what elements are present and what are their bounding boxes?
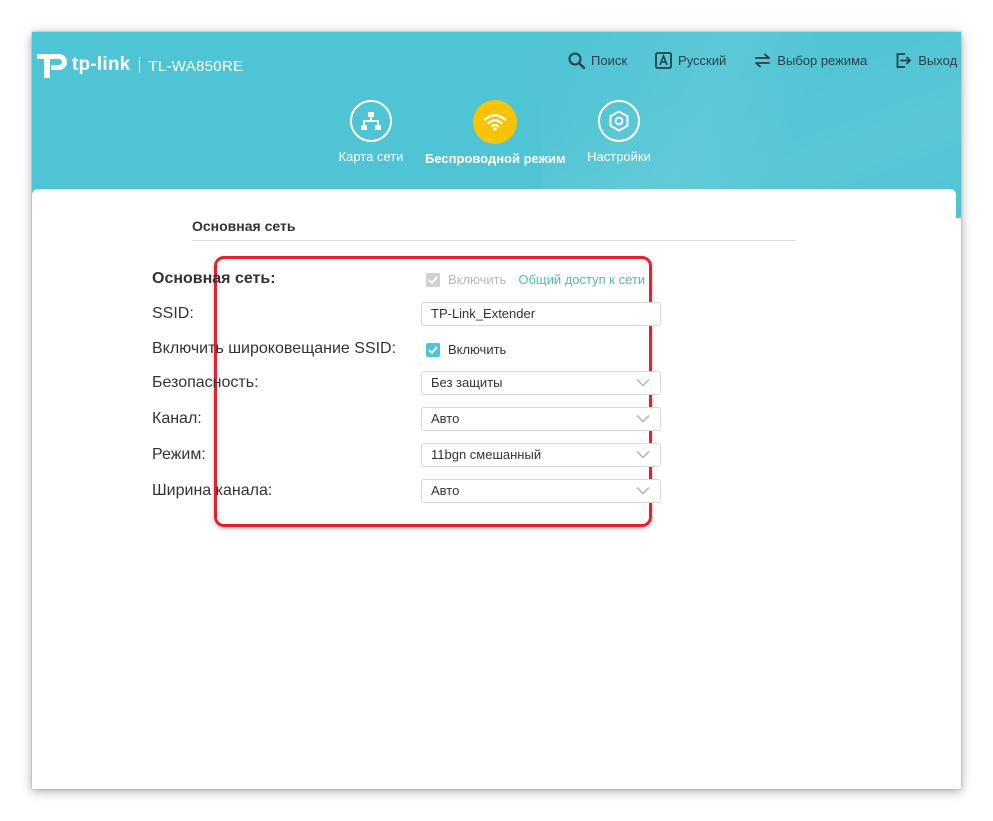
language-button[interactable]: Русский: [655, 52, 726, 69]
router-admin-window: tp-link TL-WA850RE Поиск Русский Выбор р…: [32, 32, 961, 789]
tab-settings[interactable]: Настройки: [586, 100, 652, 164]
mode-row: Режим:: [152, 443, 412, 467]
logout-icon: [896, 53, 912, 68]
broadcast-checkbox-label: Включить: [448, 342, 507, 357]
security-control: Без защиты: [421, 371, 661, 395]
active-tab-pointer: [486, 207, 508, 219]
logout-label: Выход: [918, 53, 958, 68]
top-nav: Поиск Русский Выбор режима Выход: [568, 52, 957, 69]
ssid-row: SSID:: [152, 302, 412, 326]
mode-label: Режим:: [152, 446, 206, 463]
channel-row: Канал:: [152, 407, 412, 431]
mode-select-button[interactable]: Выбор режима: [754, 53, 867, 68]
channel-width-label: Ширина канала:: [152, 482, 273, 499]
brand: tp-link TL-WA850RE: [34, 50, 243, 80]
main-network-checkbox[interactable]: Включить Общий доступ к сети: [426, 272, 645, 287]
channel-width-value: Авто: [431, 483, 460, 498]
channel-width-select[interactable]: Авто: [421, 479, 661, 503]
chevron-down-icon: [636, 486, 650, 495]
search-label: Поиск: [591, 53, 628, 68]
main-network-label: Основная сеть:: [152, 270, 276, 287]
tab-network-map-label: Карта сети: [338, 149, 404, 164]
swap-arrows-icon: [755, 53, 771, 68]
channel-label: Канал:: [152, 410, 202, 427]
language-label: Русский: [678, 53, 727, 68]
search-icon: [568, 52, 585, 69]
model-name: TL-WA850RE: [148, 58, 244, 75]
main-network-row: Основная сеть:: [152, 267, 412, 291]
mode-select[interactable]: 11bgn смешанный: [421, 443, 661, 467]
logo-divider: [139, 57, 141, 73]
ssid-label: SSID:: [152, 305, 194, 322]
security-value: Без защиты: [431, 375, 503, 390]
security-row: Безопасность:: [152, 371, 412, 395]
broadcast-row: Включить широковещание SSID:: [152, 337, 412, 361]
tab-wireless-label: Беспроводной режим: [425, 151, 566, 166]
tab-settings-label: Настройки: [587, 149, 651, 164]
ssid-input[interactable]: TP-Link_Extender: [421, 302, 661, 326]
logout-button[interactable]: Выход: [895, 52, 957, 69]
chevron-down-icon: [636, 414, 650, 423]
main-network-checkbox-label: Включить: [448, 272, 507, 287]
network-sharing-link[interactable]: Общий доступ к сети: [518, 272, 645, 287]
section-divider: [192, 240, 796, 241]
mode-select-label: Выбор режима: [777, 53, 868, 68]
security-label: Безопасность:: [152, 374, 259, 391]
network-map-icon: [350, 100, 392, 142]
logo-text: tp-link: [72, 54, 131, 75]
channel-control: Авто: [421, 407, 661, 431]
channel-select[interactable]: Авто: [421, 407, 661, 431]
chevron-down-icon: [636, 378, 650, 387]
wifi-icon: [473, 100, 517, 144]
broadcast-label: Включить широковещание SSID:: [152, 340, 397, 357]
chevron-down-icon: [636, 450, 650, 459]
search-button[interactable]: Поиск: [568, 52, 627, 69]
checkbox-checked-icon: [426, 342, 440, 357]
tab-network-map[interactable]: Карта сети: [338, 100, 404, 164]
broadcast-checkbox[interactable]: Включить: [426, 342, 506, 357]
checkbox-disabled-icon: [426, 272, 440, 287]
channel-width-row: Ширина канала:: [152, 479, 412, 503]
settings-icon: [598, 100, 640, 142]
mode-control: 11bgn смешанный: [421, 443, 661, 467]
section-title: Основная сеть: [192, 218, 296, 234]
tab-wireless[interactable]: Беспроводной режим: [425, 100, 565, 166]
language-icon: [655, 52, 672, 69]
channel-value: Авто: [431, 411, 460, 426]
tp-link-logo-icon: [37, 54, 67, 78]
mode-value: 11bgn смешанный: [431, 447, 542, 462]
ssid-control: TP-Link_Extender: [421, 302, 661, 326]
channel-width-control: Авто: [421, 479, 661, 503]
security-select[interactable]: Без защиты: [421, 371, 661, 395]
